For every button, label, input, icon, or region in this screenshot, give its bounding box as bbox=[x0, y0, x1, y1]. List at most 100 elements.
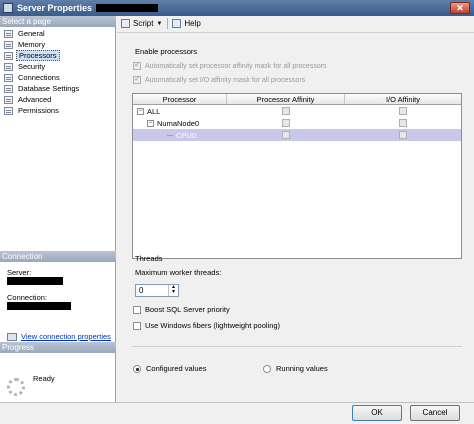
windows-fibers-checkbox[interactable] bbox=[133, 321, 141, 330]
grid-row-cpu0[interactable]: CPU0 bbox=[133, 129, 461, 141]
collapse-icon[interactable]: − bbox=[147, 119, 154, 127]
auto-processor-affinity-row: Automatically set processor affinity mas… bbox=[133, 60, 327, 70]
grid-row-numanode0[interactable]: − NumaNode0 bbox=[133, 117, 461, 129]
help-icon bbox=[172, 19, 182, 28]
tree-line bbox=[167, 134, 173, 136]
page-item-security[interactable]: Security bbox=[2, 61, 114, 72]
processor-affinity-cell bbox=[227, 129, 345, 141]
processor-affinity-checkbox[interactable] bbox=[282, 119, 290, 127]
collapse-icon[interactable]: − bbox=[137, 107, 144, 115]
section-divider bbox=[132, 346, 462, 347]
left-panel: Select a page General Memory Processors … bbox=[0, 16, 116, 402]
processor-cell: − ALL bbox=[133, 105, 227, 117]
help-button[interactable]: Help bbox=[172, 19, 201, 28]
max-worker-threads-value[interactable]: 0 bbox=[136, 286, 168, 295]
script-icon bbox=[121, 19, 130, 28]
page-item-database-settings[interactable]: Database Settings bbox=[2, 83, 114, 94]
io-affinity-checkbox[interactable] bbox=[399, 107, 407, 115]
io-affinity-cell bbox=[345, 117, 461, 129]
page-icon bbox=[4, 95, 13, 104]
link-label: View connection properties bbox=[21, 332, 111, 341]
page-label: Connections bbox=[18, 73, 60, 82]
running-values-radio[interactable] bbox=[263, 364, 271, 373]
column-header-processor-affinity[interactable]: Processor Affinity bbox=[227, 94, 345, 104]
max-worker-threads-label: Maximum worker threads: bbox=[135, 268, 222, 277]
page-item-permissions[interactable]: Permissions bbox=[2, 105, 114, 116]
progress-spinner-icon bbox=[7, 378, 25, 396]
spinner-buttons[interactable]: ▲ ▼ bbox=[168, 285, 178, 296]
configured-values-radio[interactable] bbox=[133, 364, 141, 373]
progress-status: Ready bbox=[33, 374, 55, 383]
processor-name: NumaNode0 bbox=[157, 118, 200, 128]
processor-affinity-checkbox[interactable] bbox=[282, 107, 290, 115]
processor-affinity-checkbox[interactable] bbox=[282, 131, 290, 139]
processor-name: CPU0 bbox=[176, 130, 197, 140]
max-worker-threads-spinner[interactable]: 0 ▲ ▼ bbox=[135, 284, 179, 297]
processor-name: ALL bbox=[147, 106, 161, 116]
page-list: General Memory Processors Security Conne… bbox=[2, 28, 114, 116]
io-affinity-checkbox[interactable] bbox=[399, 131, 407, 139]
chevron-down-icon[interactable]: ▼ bbox=[156, 21, 162, 27]
page-item-advanced[interactable]: Advanced bbox=[2, 94, 114, 105]
page-icon bbox=[4, 51, 13, 60]
auto-io-affinity-checkbox[interactable] bbox=[133, 74, 141, 84]
page-item-memory[interactable]: Memory bbox=[2, 39, 114, 50]
page-icon bbox=[4, 106, 13, 115]
boost-priority-checkbox[interactable] bbox=[133, 305, 141, 314]
select-page-header: Select a page bbox=[0, 16, 116, 27]
max-worker-threads-field: 0 ▲ ▼ bbox=[135, 284, 179, 297]
page-label: Memory bbox=[18, 40, 46, 49]
io-affinity-cell bbox=[345, 129, 461, 141]
cancel-button[interactable]: Cancel bbox=[410, 405, 460, 421]
column-header-processor[interactable]: Processor bbox=[133, 94, 227, 104]
view-connection-properties-link[interactable]: View connection properties bbox=[7, 332, 111, 341]
connection-properties-icon bbox=[7, 332, 17, 341]
auto-processor-affinity-checkbox[interactable] bbox=[133, 60, 141, 70]
configured-values-option[interactable]: Configured values bbox=[133, 364, 206, 373]
ok-button[interactable]: OK bbox=[352, 405, 402, 421]
boost-priority-row: Boost SQL Server priority bbox=[133, 305, 230, 314]
page-item-connections[interactable]: Connections bbox=[2, 72, 114, 83]
script-button[interactable]: Script ▼ bbox=[121, 19, 162, 28]
progress-header: Progress bbox=[0, 342, 116, 353]
spin-down-icon[interactable]: ▼ bbox=[169, 290, 178, 295]
close-window-button[interactable]: ✕ bbox=[450, 2, 470, 14]
enable-processors-label: Enable processors bbox=[135, 47, 198, 56]
threads-label: Threads bbox=[135, 254, 163, 263]
io-affinity-checkbox[interactable] bbox=[399, 119, 407, 127]
io-affinity-cell bbox=[345, 105, 461, 117]
checkbox-label: Automatically set I/O affinity mask for … bbox=[145, 76, 306, 84]
page-item-processors[interactable]: Processors bbox=[2, 50, 114, 61]
processor-grid[interactable]: Processor Processor Affinity I/O Affinit… bbox=[132, 93, 462, 259]
processor-affinity-cell bbox=[227, 105, 345, 117]
grid-row-all[interactable]: − ALL bbox=[133, 105, 461, 117]
page-icon bbox=[4, 62, 13, 71]
running-values-option[interactable]: Running values bbox=[263, 364, 328, 373]
toolbar-divider bbox=[117, 32, 474, 33]
page-label: Processors bbox=[16, 50, 60, 61]
redacted-connection-value bbox=[7, 302, 71, 310]
page-icon bbox=[4, 73, 13, 82]
title-bar: Server Properties ✕ bbox=[0, 0, 474, 16]
window-title: Server Properties bbox=[17, 3, 93, 13]
processor-cell: − NumaNode0 bbox=[133, 117, 227, 129]
windows-fibers-row: Use Windows fibers (lightweight pooling) bbox=[133, 321, 280, 330]
window-icon bbox=[3, 3, 13, 13]
redacted-server-name bbox=[96, 4, 159, 12]
page-item-general[interactable]: General bbox=[2, 28, 114, 39]
page-label: Security bbox=[18, 62, 46, 71]
auto-io-affinity-row: Automatically set I/O affinity mask for … bbox=[133, 74, 306, 84]
page-label: Permissions bbox=[18, 106, 59, 115]
column-header-io-affinity[interactable]: I/O Affinity bbox=[345, 94, 461, 104]
page-icon bbox=[4, 29, 13, 38]
script-label: Script bbox=[133, 19, 154, 28]
redacted-server-value bbox=[7, 277, 63, 285]
page-icon bbox=[4, 40, 13, 49]
toolbar: Script ▼ Help bbox=[117, 16, 474, 31]
page-label: General bbox=[18, 29, 45, 38]
grid-header: Processor Processor Affinity I/O Affinit… bbox=[133, 94, 461, 105]
dialog-button-bar: OK Cancel bbox=[0, 402, 474, 424]
checkbox-label: Use Windows fibers (lightweight pooling) bbox=[145, 321, 281, 330]
radio-label: Configured values bbox=[146, 364, 207, 373]
toolbar-separator bbox=[167, 18, 169, 29]
